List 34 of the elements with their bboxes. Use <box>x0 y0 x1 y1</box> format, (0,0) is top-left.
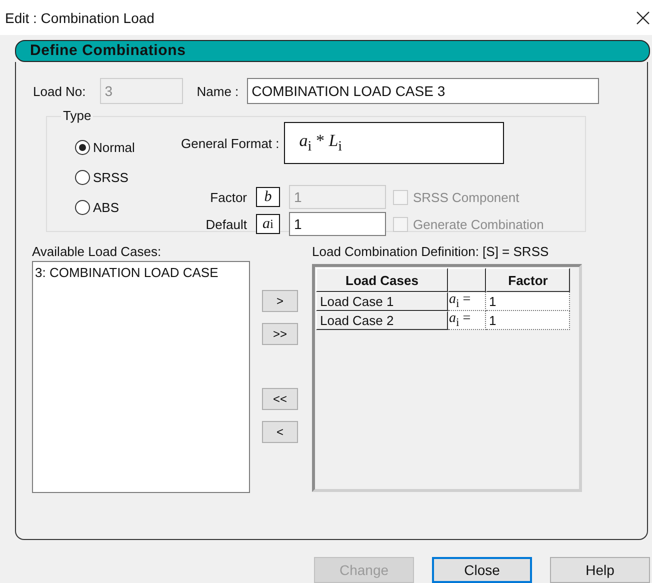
type-legend: Type <box>61 108 94 123</box>
section-header: Define Combinations <box>15 40 650 62</box>
factor-label: Factor <box>209 190 247 204</box>
radio-option[interactable]: SRSS <box>75 168 181 187</box>
symbol-box: b <box>256 187 280 207</box>
definition-label: Load Combination Definition: [S] = SRSS <box>312 244 550 259</box>
close-icon[interactable] <box>636 10 650 24</box>
transfer-button[interactable]: > <box>262 290 298 312</box>
default-field[interactable]: 1 <box>289 212 386 236</box>
transfer-button[interactable]: < <box>262 421 298 443</box>
transfer-button[interactable]: >> <box>262 323 298 345</box>
table-cell: Load Case 1 <box>316 292 448 311</box>
table-cell: Load Case 2 <box>316 311 448 330</box>
dialog-button[interactable]: Help <box>550 557 650 583</box>
dialog-button[interactable]: Close <box>432 557 532 583</box>
column-header <box>448 268 486 292</box>
table-cell: a$_{i}$ = <box>448 292 486 311</box>
list-item[interactable]: 3: COMBINATION LOAD CASE <box>35 265 247 280</box>
radio-option[interactable]: ABS <box>75 198 181 217</box>
default-label: Default <box>204 216 247 232</box>
table-cell[interactable]: 1 <box>486 292 570 311</box>
window-title: Edit : Combination Load <box>5 10 154 26</box>
general-format-label: General Format : <box>181 136 280 150</box>
radio-option[interactable]: Normal <box>75 138 181 157</box>
transfer-button[interactable]: << <box>262 388 298 410</box>
table-cell: a$_{i}$ = <box>448 311 486 330</box>
column-header: Load Cases <box>316 268 448 292</box>
formula-display: a$_{i}$ *L$_{i}$ <box>284 122 504 164</box>
name-label: Name : <box>196 84 239 98</box>
load-no-label: Load No: <box>33 84 86 98</box>
column-header: Factor <box>486 268 570 292</box>
available-label: Available Load Cases: <box>32 244 162 259</box>
table-cell[interactable]: 1 <box>486 311 570 330</box>
name-field[interactable]: COMBINATION LOAD CASE 3 <box>246 78 599 104</box>
